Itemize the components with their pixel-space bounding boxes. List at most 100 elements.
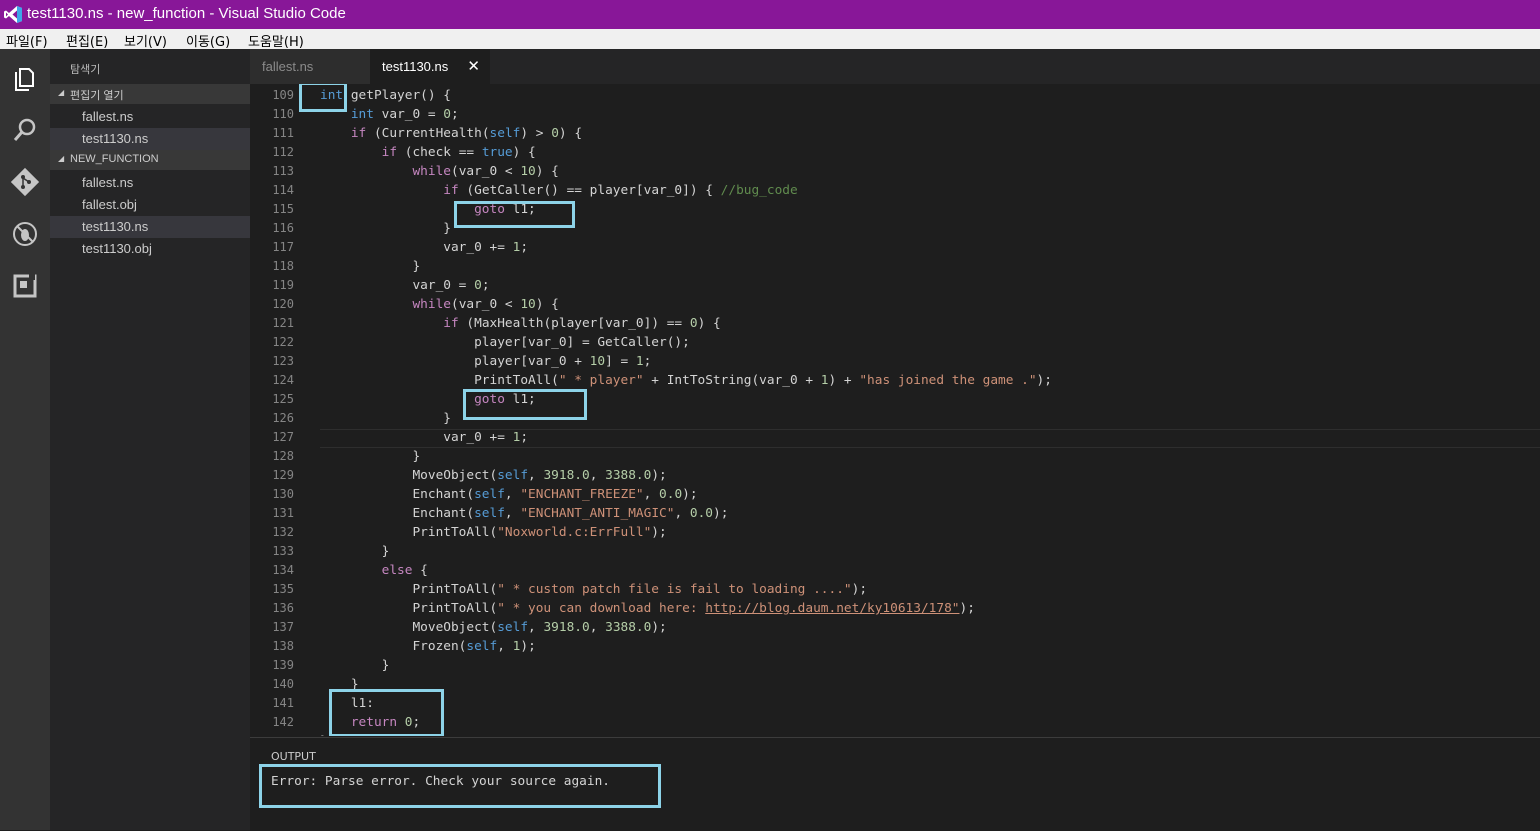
code-line[interactable]: PrintToAll(" * you can download here: ht… (320, 599, 974, 618)
line-number: 127 (272, 430, 294, 444)
output-title: OUTPUT (271, 750, 316, 763)
editor-tabs: fallest.ns test1130.ns ✕ (250, 49, 1540, 84)
line-number: 126 (272, 411, 294, 425)
code-line[interactable]: } (320, 542, 390, 561)
collapse-triangle-icon: ◢ (58, 88, 65, 97)
title-bar: test1130.ns - new_function - Visual Stud… (0, 0, 1540, 29)
code-line[interactable]: PrintToAll("Noxworld.c:ErrFull"); (320, 523, 666, 542)
line-number: 124 (272, 373, 294, 387)
code-line[interactable]: } (320, 219, 451, 238)
line-number: 137 (272, 620, 294, 634)
code-line[interactable]: var_0 += 1; (320, 238, 528, 257)
line-number: 128 (272, 449, 294, 463)
line-number: 138 (272, 639, 294, 653)
menu-view[interactable]: 보기(V) (124, 31, 167, 50)
code-line[interactable]: MoveObject(self, 3918.0, 3388.0); (320, 466, 666, 485)
code-line[interactable]: if (MaxHealth(player[var_0]) == 0) { (320, 314, 720, 333)
code-line[interactable]: } (320, 257, 420, 276)
code-line[interactable]: else { (320, 561, 428, 580)
extensions-icon[interactable] (10, 271, 40, 301)
git-icon[interactable] (10, 167, 40, 197)
code-line[interactable]: PrintToAll(" * player" + IntToString(var… (320, 371, 1052, 390)
open-editor-item[interactable]: fallest.ns (50, 106, 250, 128)
code-line[interactable]: if (CurrentHealth(self) > 0) { (320, 124, 582, 143)
line-number: 120 (272, 297, 294, 311)
search-icon[interactable] (10, 115, 40, 145)
line-number: 115 (272, 202, 294, 216)
line-number: 136 (272, 601, 294, 615)
code-line[interactable]: } (320, 447, 420, 466)
file-item[interactable]: fallest.ns (50, 172, 250, 194)
code-editor[interactable]: 109 110 111 112 113 114 115 116 117 118 119 120 121 1… (250, 84, 1540, 736)
explorer-sidebar: 탐색기 ◢ 편집기 열기 fallest.ns test1130.ns ◢ NE… (50, 49, 250, 830)
highlight-box (329, 689, 444, 736)
file-item[interactable]: test1130.obj (50, 238, 250, 260)
line-number: 140 (272, 677, 294, 691)
code-line[interactable]: PrintToAll(" * custom patch file is fail… (320, 580, 867, 599)
code-line[interactable]: if (check == true) { (320, 143, 536, 162)
line-number: 109 (272, 88, 294, 102)
line-number: 113 (272, 164, 294, 178)
explorer-icon[interactable] (10, 63, 40, 93)
highlight-box (259, 764, 661, 808)
activity-bar (0, 49, 50, 830)
menu-file[interactable]: 파일(F) (6, 31, 48, 50)
line-number: 141 (272, 696, 294, 710)
collapse-triangle-icon: ◢ (58, 154, 65, 163)
code-line[interactable]: } (320, 409, 451, 428)
line-number: 134 (272, 563, 294, 577)
line-number: 111 (272, 126, 294, 140)
line-number: 110 (272, 107, 294, 121)
code-line[interactable]: while(var_0 < 10) { (320, 162, 558, 181)
open-editors-label: 편집기 열기 (70, 90, 124, 102)
folder-section[interactable]: ◢ NEW_FUNCTION (50, 150, 250, 170)
tab-test1130[interactable]: test1130.ns ✕ (370, 49, 490, 84)
code-line[interactable]: player[var_0] = GetCaller(); (320, 333, 690, 352)
line-number: 132 (272, 525, 294, 539)
line-number: 116 (272, 221, 294, 235)
menu-edit[interactable]: 편집(E) (66, 31, 108, 50)
code-line[interactable]: MoveObject(self, 3918.0, 3388.0); (320, 618, 666, 637)
line-number: 122 (272, 335, 294, 349)
line-number: 123 (272, 354, 294, 368)
line-number: 135 (272, 582, 294, 596)
code-line[interactable]: var_0 = 0; (320, 276, 489, 295)
line-number: 130 (272, 487, 294, 501)
line-number: 139 (272, 658, 294, 672)
line-number: 131 (272, 506, 294, 520)
highlight-box (299, 84, 347, 112)
code-line[interactable]: } (320, 656, 390, 675)
explorer-title: 탐색기 (70, 63, 101, 76)
file-item[interactable]: fallest.obj (50, 194, 250, 216)
line-number: 118 (272, 259, 294, 273)
close-icon[interactable]: ✕ (467, 57, 480, 75)
file-item[interactable]: test1130.ns (50, 216, 250, 238)
code-line[interactable]: Enchant(self, "ENCHANT_FREEZE", 0.0); (320, 485, 697, 504)
menu-bar: 파일(F) 편집(E) 보기(V) 이동(G) 도움말(H) (0, 29, 1540, 50)
code-line[interactable]: Frozen(self, 1); (320, 637, 535, 656)
line-number: 119 (272, 278, 294, 292)
open-editor-item[interactable]: test1130.ns (50, 128, 250, 150)
line-number: 121 (272, 316, 294, 330)
line-number-gutter: 109 110 111 112 113 114 115 116 117 118 119 120 121 1… (250, 84, 294, 736)
code-line[interactable]: player[var_0 + 10] = 1; (320, 352, 651, 371)
line-number: 129 (272, 468, 294, 482)
line-number: 112 (272, 145, 294, 159)
code-line-partial: } (320, 732, 328, 736)
output-panel: OUTPUT Error: Parse error. Check your so… (250, 737, 1540, 831)
tab-fallest[interactable]: fallest.ns (250, 49, 370, 84)
code-line[interactable]: Enchant(self, "ENCHANT_ANTI_MAGIC", 0.0)… (320, 504, 728, 523)
highlight-box (463, 389, 587, 420)
folder-label: NEW_FUNCTION (70, 153, 159, 165)
line-number: 125 (272, 392, 294, 406)
highlight-box (454, 201, 575, 228)
open-editors-section[interactable]: ◢ 편집기 열기 (50, 84, 250, 104)
debug-icon[interactable] (10, 219, 40, 249)
menu-go[interactable]: 이동(G) (186, 31, 230, 50)
line-number: 117 (272, 240, 294, 254)
code-line[interactable]: var_0 += 1; (320, 428, 528, 447)
code-line[interactable]: while(var_0 < 10) { (320, 295, 558, 314)
menu-help[interactable]: 도움말(H) (248, 31, 304, 50)
vscode-logo-icon (4, 6, 22, 23)
code-line[interactable]: if (GetCaller() == player[var_0]) { //bu… (320, 181, 797, 200)
